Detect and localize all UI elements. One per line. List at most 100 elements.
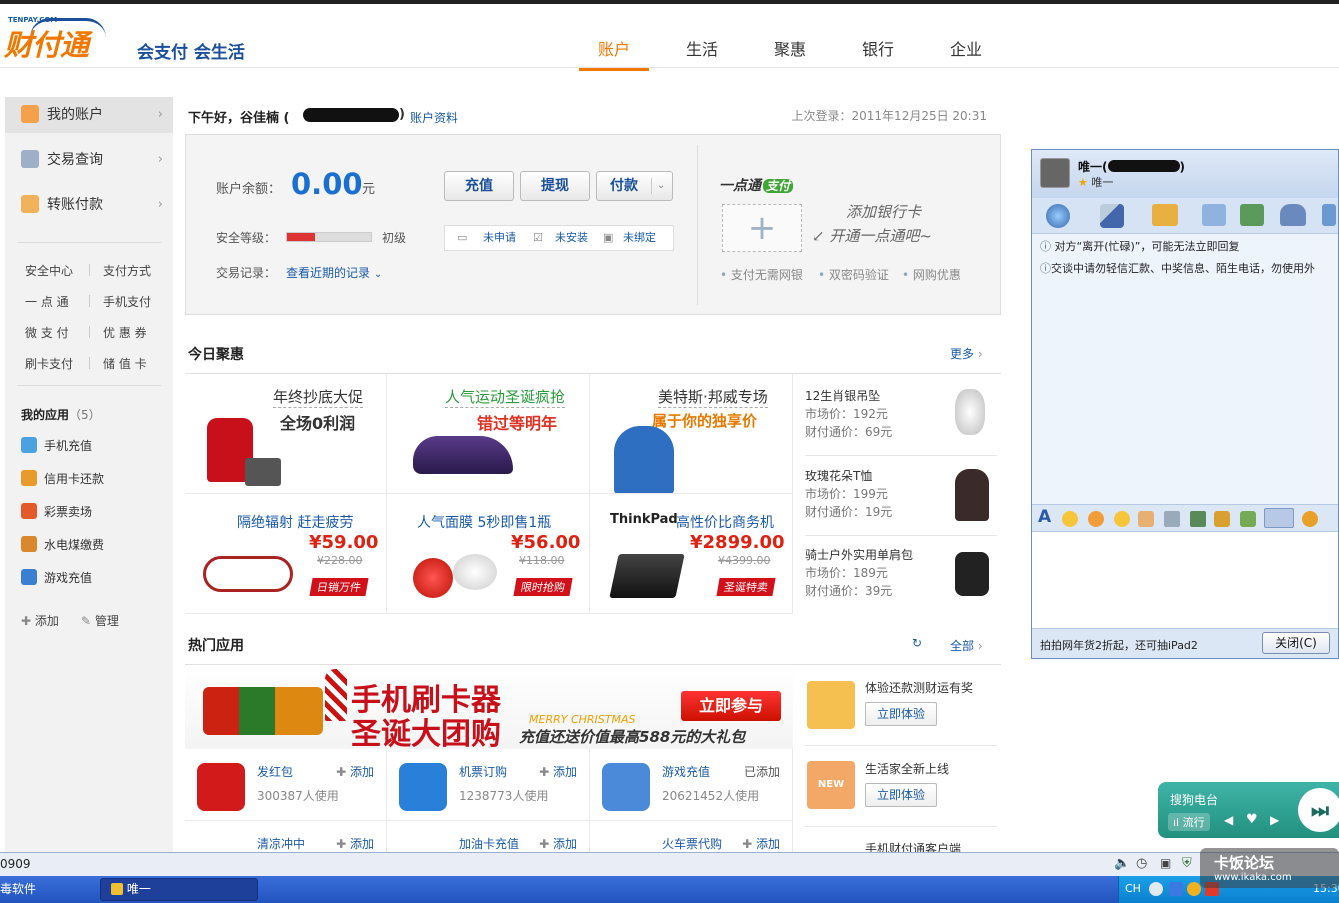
pay-button[interactable]: 付款 ⌄ xyxy=(596,171,673,201)
voice-message-icon[interactable] xyxy=(1138,511,1154,527)
screen-share-icon[interactable] xyxy=(1202,204,1226,226)
add-app-button[interactable]: ✚ 添加 xyxy=(742,835,780,852)
deals-more-link[interactable]: 更多 › xyxy=(950,345,983,362)
shake-icon[interactable] xyxy=(1114,511,1130,527)
try-now-button[interactable]: 立即体验 xyxy=(865,783,937,807)
ime-icon[interactable]: ▣ xyxy=(1160,856,1171,870)
link-micro-pay[interactable]: 微 支 付 xyxy=(25,324,69,341)
deal-banner-shoes[interactable]: 人气运动圣诞疯抢 错过等明年 xyxy=(387,374,590,494)
taskbar-item-antivirus[interactable]: 毒软件 xyxy=(0,880,36,897)
deal-banner-jacket[interactable]: 年终抄底大促 全场0利润 xyxy=(185,374,387,494)
volume-icon[interactable]: ◀ xyxy=(1224,813,1233,827)
withdraw-button[interactable]: 提现 xyxy=(520,171,590,201)
recharge-button[interactable]: 充值 xyxy=(444,171,514,201)
hot-app-flights[interactable]: 机票订购 ✚ 添加 1238773人使用 xyxy=(387,749,590,821)
status-install[interactable]: 未安装 xyxy=(555,226,588,250)
link-stored-value-card[interactable]: 储 值 卡 xyxy=(103,355,147,372)
tab-deals[interactable]: 聚惠 xyxy=(755,36,825,60)
deal-thinkpad[interactable]: ThinkPad 高性价比商务机 ¥2899.00 ¥4399.00 圣诞特卖 xyxy=(590,494,793,614)
heart-icon[interactable]: ♥ xyxy=(1246,812,1258,827)
link-yidiantong[interactable]: 一 点 通 xyxy=(25,293,69,310)
taskbar-item-qq[interactable]: 唯一 xyxy=(100,878,258,901)
avatar[interactable] xyxy=(1040,158,1070,188)
app-lottery[interactable]: 彩票卖场 xyxy=(21,502,92,522)
play-icon[interactable]: ▶ xyxy=(1270,813,1279,827)
try-now-button[interactable]: 立即体验 xyxy=(865,702,937,726)
tenpay-logo[interactable]: TENPAY.COM 财付通 会支付 会生活 xyxy=(4,14,264,66)
font-icon[interactable]: A xyxy=(1038,507,1051,527)
side-deal-bag[interactable]: 骑士户外实用单肩包 市场价：189元 财付通价：39元 xyxy=(805,546,1001,600)
manage-apps-button[interactable]: ✎ 管理 xyxy=(81,612,119,629)
app-utilities[interactable]: 水电煤缴费 xyxy=(21,535,104,555)
add-app-button[interactable]: ✚ 添加 xyxy=(539,763,577,780)
link-coupons[interactable]: 优 惠 券 xyxy=(103,324,147,341)
folder-icon[interactable] xyxy=(1152,204,1178,226)
promo-banner-card-reader[interactable]: 手机刷卡器 圣诞大团购 立即参与 MERRY CHRISTMAS 充值还送价值最… xyxy=(185,665,793,749)
sidebar-item-transactions[interactable]: 交易查询 › xyxy=(5,142,173,178)
close-button[interactable]: 关闭(C) xyxy=(1262,632,1330,654)
status-apply[interactable]: 未申请 xyxy=(483,226,516,250)
video-call-icon[interactable] xyxy=(1046,204,1070,228)
tab-bank[interactable]: 银行 xyxy=(843,36,913,60)
add-bank-card-button[interactable]: + xyxy=(722,204,802,252)
language-indicator[interactable]: CH xyxy=(1125,882,1141,895)
tab-account[interactable]: 账户 xyxy=(579,36,649,71)
link-security-center[interactable]: 安全中心 xyxy=(25,262,73,279)
image-icon[interactable] xyxy=(1190,511,1206,527)
handwriting-icon[interactable] xyxy=(1164,511,1180,527)
screenshot-icon[interactable] xyxy=(1264,508,1294,528)
footer-ad-link[interactable]: 拍拍网年货2折起，还可抽iPad2 xyxy=(1040,637,1198,653)
qq-tray-icon[interactable] xyxy=(1187,882,1201,896)
qq-message-input[interactable] xyxy=(1032,532,1338,628)
plus-icon: ✚ xyxy=(742,837,753,851)
next-track-icon[interactable]: ⏭ xyxy=(1298,788,1339,832)
add-app-button[interactable]: ✚ 添加 xyxy=(539,835,577,852)
hot-app-red-envelope[interactable]: 发红包 ✚ 添加 300387人使用 xyxy=(185,749,387,821)
tab-business[interactable]: 企业 xyxy=(931,36,1001,60)
add-app-button[interactable]: ✚ 添加 xyxy=(21,612,59,629)
radio-genre[interactable]: ıl 流行 xyxy=(1168,813,1210,831)
more-icon[interactable] xyxy=(1322,204,1336,226)
status-bind[interactable]: 未绑定 xyxy=(623,226,656,250)
gift-icon[interactable] xyxy=(1240,511,1256,527)
add-app-icon[interactable] xyxy=(1240,204,1264,226)
group-icon[interactable] xyxy=(1280,204,1306,226)
airplane-icon xyxy=(399,763,447,811)
join-now-button[interactable]: 立即参与 xyxy=(681,691,781,721)
tab-life[interactable]: 生活 xyxy=(667,36,737,60)
music-icon[interactable] xyxy=(1214,511,1230,527)
speaker-icon[interactable]: 🔈 xyxy=(1114,856,1130,871)
deal-banner-metersbonwe[interactable]: 美特斯·邦威专场 属于你的独享价 xyxy=(590,374,793,494)
profile-link[interactable]: 账户资料 xyxy=(410,109,458,126)
sidebar-item-transfer[interactable]: 转账付款 › xyxy=(5,187,173,223)
chevron-down-icon[interactable]: ⌄ xyxy=(657,172,665,200)
magic-emoji-icon[interactable] xyxy=(1088,511,1104,527)
clock-icon[interactable]: ◷ xyxy=(1136,856,1147,871)
app-mobile-recharge[interactable]: 手机充值 xyxy=(21,436,92,456)
deal-glasses[interactable]: 隔绝辐射 赶走疲劳 ¥59.00 ¥228.00 日销万件 xyxy=(185,494,387,614)
deal-brand: ThinkPad xyxy=(610,512,678,527)
link-mobile-pay[interactable]: 手机支付 xyxy=(103,293,151,310)
add-app-button[interactable]: ✚ 添加 xyxy=(336,763,374,780)
tray-icon[interactable] xyxy=(1149,882,1163,896)
link-card-pay[interactable]: 刷卡支付 xyxy=(25,355,73,372)
deal-face-mask[interactable]: 人气面膜 5秒即售1瓶 ¥56.00 ¥118.00 限时抢购 xyxy=(387,494,590,614)
emoji-icon[interactable] xyxy=(1062,511,1078,527)
hot-apps-all-link[interactable]: 全部 › xyxy=(950,637,983,654)
shield-icon[interactable]: ⛨ xyxy=(1182,856,1192,871)
music-share-icon[interactable] xyxy=(1302,511,1318,527)
app-credit-card[interactable]: 信用卡还款 xyxy=(21,469,104,489)
qq-title-bar[interactable]: 唯一() ★ 唯一 xyxy=(1032,150,1338,198)
side-deal-pendant[interactable]: 12生肖银吊坠 市场价：192元 财付通价：69元 xyxy=(805,387,1001,441)
app-game-recharge[interactable]: 游戏充值 xyxy=(21,568,92,588)
refresh-icon[interactable]: ↻ xyxy=(912,636,922,650)
balance-value: 0.00 xyxy=(291,167,363,201)
side-deal-tshirt[interactable]: 玫瑰花朵T恤 市场价：199元 财付通价：19元 xyxy=(805,467,1001,521)
sidebar-item-my-account[interactable]: 我的账户 › xyxy=(5,97,173,133)
link-payment-methods[interactable]: 支付方式 xyxy=(103,262,151,279)
tray-icon[interactable] xyxy=(1169,882,1183,896)
add-app-button[interactable]: ✚ 添加 xyxy=(336,835,374,852)
records-link[interactable]: 查看近期的记录 ⌄ xyxy=(286,264,382,281)
hot-app-game-recharge[interactable]: 游戏充值 已添加 20621452人使用 xyxy=(590,749,793,821)
microphone-icon[interactable] xyxy=(1100,204,1124,228)
